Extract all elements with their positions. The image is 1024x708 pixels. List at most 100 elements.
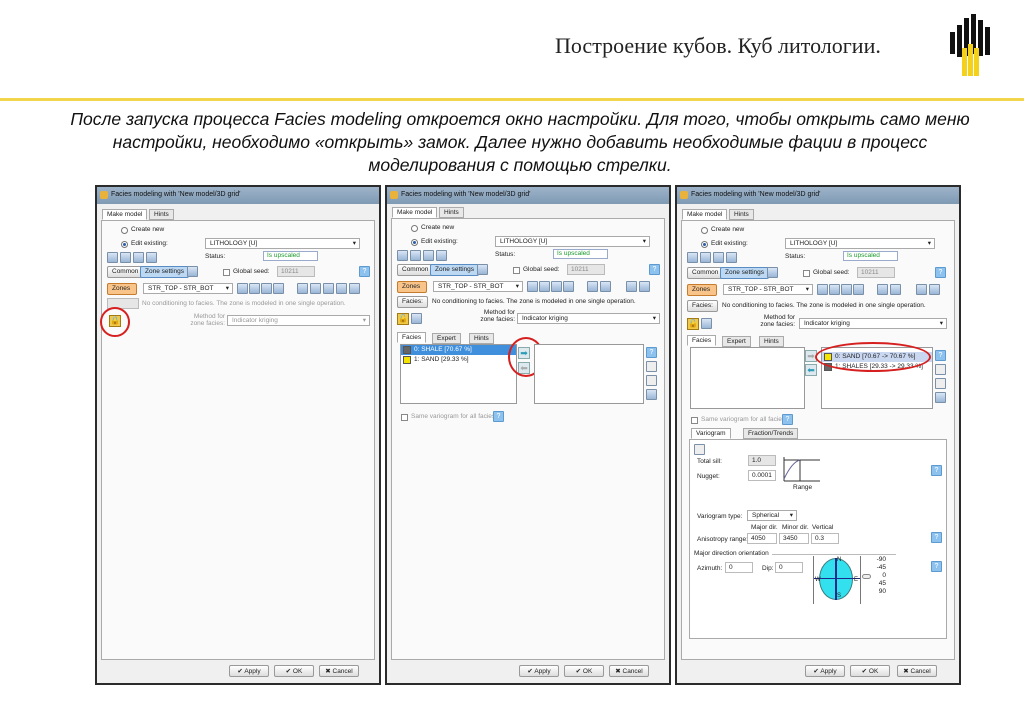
page-icon[interactable] <box>916 284 927 295</box>
minor-range-input[interactable]: 3450 <box>779 533 809 544</box>
table-icon[interactable] <box>726 252 737 263</box>
cancel-button[interactable]: ✖ Cancel <box>609 665 649 677</box>
unlock-icon[interactable]: 🔓 <box>687 318 699 330</box>
apply-button[interactable]: ✔ Apply <box>519 665 559 677</box>
azimuth-input[interactable]: 0 <box>725 562 753 573</box>
zone-select[interactable]: STR_TOP - STR_BOT <box>143 283 233 294</box>
global-seed-checkbox[interactable] <box>513 267 520 274</box>
histogram-icon[interactable] <box>700 252 711 263</box>
property-select[interactable]: LITHOLOGY [U] <box>495 236 650 247</box>
zone-settings-button[interactable]: Zone settings <box>430 264 480 276</box>
settings-icon[interactable] <box>646 389 657 400</box>
tab-hints[interactable]: Hints <box>149 209 174 220</box>
page-icon[interactable] <box>639 281 650 292</box>
filter-icon[interactable] <box>187 266 198 277</box>
help-icon[interactable]: ? <box>646 347 657 358</box>
page-icon[interactable] <box>336 283 347 294</box>
table-icon[interactable] <box>436 250 447 261</box>
seed-input[interactable]: 10211 <box>277 266 315 277</box>
page-icon[interactable] <box>626 281 637 292</box>
same-variogram-checkbox[interactable] <box>691 417 698 424</box>
next-icon[interactable] <box>261 283 272 294</box>
dip-input[interactable]: 0 <box>775 562 803 573</box>
next-icon[interactable] <box>551 281 562 292</box>
ok-button[interactable]: ✔ OK <box>274 665 314 677</box>
nugget-input[interactable]: 0.0001 <box>748 470 776 481</box>
last-icon[interactable] <box>853 284 864 295</box>
page-icon[interactable] <box>929 284 940 295</box>
help-icon[interactable]: ? <box>931 561 942 572</box>
cancel-button[interactable]: ✖ Cancel <box>897 665 937 677</box>
table-icon[interactable] <box>146 252 157 263</box>
facies-item[interactable]: 1: SAND [29.33 %] <box>401 355 516 365</box>
method-select[interactable]: Indicator kriging <box>517 313 660 324</box>
variogram-type-select[interactable]: Spherical <box>747 510 797 521</box>
available-facies-list[interactable] <box>690 347 805 409</box>
last-icon[interactable] <box>273 283 284 294</box>
common-button[interactable]: Common <box>107 266 144 278</box>
zones-button[interactable]: Zones <box>687 284 717 296</box>
tool-icon[interactable] <box>107 252 118 263</box>
tab-hints-facies[interactable]: Hints <box>469 333 494 344</box>
tab-make-model[interactable]: Make model <box>682 209 728 220</box>
seed-input[interactable]: 10211 <box>567 264 605 275</box>
help-icon[interactable]: ? <box>931 532 942 543</box>
prev-icon[interactable] <box>249 283 260 294</box>
seed-input[interactable]: 10211 <box>857 267 895 278</box>
settings-icon[interactable] <box>935 392 946 403</box>
zone-select[interactable]: STR_TOP - STR_BOT <box>433 281 523 292</box>
prev-icon[interactable] <box>829 284 840 295</box>
histogram-icon[interactable] <box>410 250 421 261</box>
common-button[interactable]: Common <box>687 267 724 279</box>
orientation-compass[interactable]: N S W E <box>813 556 861 604</box>
new-icon[interactable] <box>935 364 946 375</box>
create-new-radio[interactable] <box>701 227 708 234</box>
new-icon[interactable] <box>646 361 657 372</box>
tab-fraction-trends[interactable]: Fraction/Trends <box>743 428 799 439</box>
edit-existing-radio[interactable] <box>121 241 128 248</box>
create-new-radio[interactable] <box>411 225 418 232</box>
settings-icon[interactable] <box>133 252 144 263</box>
paste-icon[interactable] <box>600 281 611 292</box>
filter-icon[interactable] <box>477 264 488 275</box>
filter-icon[interactable] <box>767 267 778 278</box>
vertical-range-input[interactable]: 0.3 <box>811 533 839 544</box>
tab-hints[interactable]: Hints <box>439 207 464 218</box>
zone-settings-button[interactable]: Zone settings <box>140 266 190 278</box>
zones-button[interactable]: Zones <box>397 281 427 293</box>
method-select[interactable]: Indicator kriging <box>799 318 947 329</box>
apply-button[interactable]: ✔ Apply <box>805 665 845 677</box>
zones-button[interactable]: Zones <box>107 283 137 295</box>
global-seed-checkbox[interactable] <box>803 270 810 277</box>
zone-settings-button[interactable]: Zone settings <box>720 267 770 279</box>
copy-icon[interactable] <box>646 375 657 386</box>
tab-facies[interactable]: Facies <box>397 332 427 343</box>
unlock-icon[interactable]: 🔓 <box>397 313 409 325</box>
tab-variogram[interactable]: Variogram <box>691 428 731 439</box>
property-select[interactable]: LITHOLOGY [U] <box>785 238 935 249</box>
property-select[interactable]: LITHOLOGY [U] <box>205 238 360 249</box>
major-range-input[interactable]: 4050 <box>747 533 777 544</box>
first-icon[interactable] <box>237 283 248 294</box>
document-icon[interactable] <box>694 444 705 455</box>
same-variogram-checkbox[interactable] <box>401 414 408 421</box>
create-new-radio[interactable] <box>121 227 128 234</box>
ok-button[interactable]: ✔ OK <box>850 665 890 677</box>
facies-item[interactable]: 0: SHALE [70.67 %] <box>401 345 516 355</box>
first-icon[interactable] <box>817 284 828 295</box>
tab-expert[interactable]: Expert <box>432 333 461 344</box>
facies-button[interactable]: Facies: <box>687 300 718 312</box>
tab-make-model[interactable]: Make model <box>102 209 148 220</box>
help-icon[interactable]: ? <box>935 350 946 361</box>
paste-icon[interactable] <box>890 284 901 295</box>
common-button[interactable]: Common <box>397 264 434 276</box>
lock-all-icon[interactable] <box>323 283 334 294</box>
chart-icon[interactable] <box>701 318 712 329</box>
ok-button[interactable]: ✔ OK <box>564 665 604 677</box>
help-icon[interactable]: ? <box>782 414 793 425</box>
copy-icon[interactable] <box>877 284 888 295</box>
apply-button[interactable]: ✔ Apply <box>229 665 269 677</box>
global-seed-checkbox[interactable] <box>223 269 230 276</box>
last-icon[interactable] <box>563 281 574 292</box>
help-icon[interactable]: ? <box>493 411 504 422</box>
